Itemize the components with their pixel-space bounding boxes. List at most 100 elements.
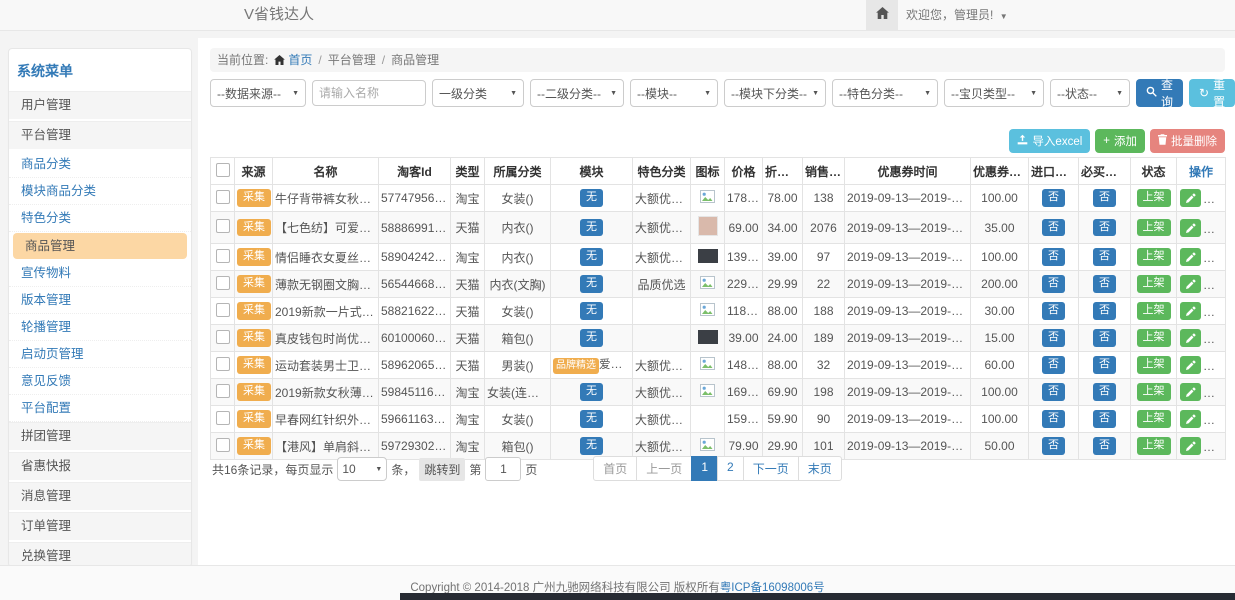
coupon-time-cell: 2019-09-13—2019-09-18 (845, 212, 971, 244)
edit-button[interactable] (1180, 383, 1201, 401)
edit-button[interactable] (1180, 302, 1201, 320)
import-select-toggle[interactable]: 否 (1042, 329, 1065, 346)
status-button[interactable]: 上架 (1137, 437, 1171, 454)
import-select-toggle[interactable]: 否 (1042, 356, 1065, 373)
import-select-toggle[interactable]: 否 (1042, 248, 1065, 265)
must-buy-toggle[interactable]: 否 (1093, 302, 1116, 319)
row-checkbox[interactable] (216, 219, 230, 233)
type-cell: 淘宝 (451, 406, 485, 433)
reset-button[interactable]: ↻ 重置 (1189, 79, 1235, 107)
status-button[interactable]: 上架 (1137, 275, 1171, 292)
search-button[interactable]: 查询 (1136, 79, 1183, 107)
user-menu[interactable]: 欢迎您，管理员! ▼ (906, 0, 1008, 32)
status-button[interactable]: 上架 (1137, 329, 1171, 346)
edit-button[interactable] (1180, 437, 1201, 455)
row-checkbox[interactable] (216, 190, 230, 204)
filter-select-category-level1[interactable]: 一级分类▼ (432, 79, 524, 107)
status-button[interactable]: 上架 (1137, 219, 1171, 236)
coupon-amount-cell: 60.00 (971, 352, 1029, 379)
edit-button[interactable] (1180, 275, 1201, 293)
sidebar-item[interactable]: 模块商品分类 (9, 178, 191, 205)
status-button[interactable]: 上架 (1137, 302, 1171, 319)
row-checkbox[interactable] (216, 276, 230, 290)
discount-price-cell: 29.99 (763, 271, 803, 298)
sidebar-item[interactable]: 宣传物料 (9, 260, 191, 287)
sidebar-item[interactable]: 省惠快报 (9, 452, 191, 480)
import-select-toggle[interactable]: 否 (1042, 302, 1065, 319)
must-buy-toggle[interactable]: 否 (1093, 437, 1116, 454)
column-header: 操作 (1177, 158, 1226, 185)
status-button[interactable]: 上架 (1137, 189, 1171, 206)
import-select-toggle[interactable]: 否 (1042, 275, 1065, 292)
sidebar-item[interactable]: 平台配置 (9, 395, 191, 422)
edit-button[interactable] (1180, 189, 1201, 207)
filter-select-item-type[interactable]: --宝贝类型--▼ (944, 79, 1044, 107)
filter-select-data-source[interactable]: --数据来源--▼ (210, 79, 306, 107)
row-checkbox[interactable] (216, 384, 230, 398)
name-search-input[interactable] (312, 80, 426, 106)
batch-delete-button[interactable]: 批量删除 (1150, 129, 1225, 153)
pager-item-末页[interactable]: 末页 (798, 456, 842, 481)
row-checkbox[interactable] (216, 438, 230, 452)
source-badge: 采集 (237, 302, 271, 319)
status-button[interactable]: 上架 (1137, 410, 1171, 427)
edit-button[interactable] (1180, 248, 1201, 266)
edit-button[interactable] (1180, 410, 1201, 428)
sidebar-item[interactable]: 意见反馈 (9, 368, 191, 395)
must-buy-toggle[interactable]: 否 (1093, 189, 1116, 206)
must-buy-toggle[interactable]: 否 (1093, 219, 1116, 236)
import-select-toggle[interactable]: 否 (1042, 410, 1065, 427)
row-checkbox[interactable] (216, 411, 230, 425)
must-buy-toggle[interactable]: 否 (1093, 248, 1116, 265)
import-select-toggle[interactable]: 否 (1042, 189, 1065, 206)
pager-item-下一页[interactable]: 下一页 (743, 456, 799, 481)
must-buy-toggle[interactable]: 否 (1093, 410, 1116, 427)
pager-item-2[interactable]: 2 (717, 456, 744, 481)
sidebar-item[interactable]: 版本管理 (9, 287, 191, 314)
add-button[interactable]: + 添加 (1095, 129, 1145, 153)
filter-select-status[interactable]: --状态--▼ (1050, 79, 1130, 107)
pager-item-1[interactable]: 1 (691, 456, 718, 481)
sidebar-item[interactable]: 用户管理 (9, 91, 191, 119)
row-checkbox[interactable] (216, 357, 230, 371)
must-buy-toggle[interactable]: 否 (1093, 383, 1116, 400)
source-badge: 采集 (237, 383, 271, 400)
status-button[interactable]: 上架 (1137, 356, 1171, 373)
status-button[interactable]: 上架 (1137, 383, 1171, 400)
product-name-cell: 牛仔背带裤女秋装减龄... (273, 185, 379, 212)
import-select-toggle[interactable]: 否 (1042, 383, 1065, 400)
select-all-checkbox[interactable] (216, 163, 230, 177)
filter-select-module[interactable]: --模块--▼ (630, 79, 718, 107)
row-checkbox[interactable] (216, 303, 230, 317)
sidebar-item[interactable]: 订单管理 (9, 512, 191, 540)
row-checkbox[interactable] (216, 249, 230, 263)
filter-select-category-level2[interactable]: --二级分类--▼ (530, 79, 624, 107)
edit-button[interactable] (1180, 329, 1201, 347)
category-cell: 女装() (485, 185, 551, 212)
edit-button[interactable] (1180, 356, 1201, 374)
edit-button[interactable] (1180, 219, 1201, 237)
column-header: 图标 (691, 158, 725, 185)
import-select-toggle[interactable]: 否 (1042, 437, 1065, 454)
import-select-toggle[interactable]: 否 (1042, 219, 1065, 236)
filter-select-feature-category[interactable]: --特色分类--▼ (832, 79, 938, 107)
status-button[interactable]: 上架 (1137, 248, 1171, 265)
home-button[interactable] (866, 0, 898, 30)
feature-cell: 大额优惠券 (633, 244, 691, 271)
row-checkbox[interactable] (216, 330, 230, 344)
breadcrumb-home-link[interactable]: 首页 (288, 53, 312, 67)
sidebar-item[interactable]: 平台管理 (9, 121, 191, 149)
sidebar-item[interactable]: 轮播管理 (9, 314, 191, 341)
must-buy-toggle[interactable]: 否 (1093, 329, 1116, 346)
sidebar-item[interactable]: 商品管理 (13, 233, 187, 259)
sidebar-item[interactable]: 消息管理 (9, 482, 191, 510)
sidebar-item[interactable]: 拼团管理 (9, 422, 191, 450)
sidebar-item[interactable]: 商品分类 (9, 151, 191, 178)
sidebar-item[interactable]: 兑换管理 (9, 542, 191, 567)
must-buy-toggle[interactable]: 否 (1093, 356, 1116, 373)
filter-select-module-subcategory[interactable]: --模块下分类--▼ (724, 79, 826, 107)
must-buy-toggle[interactable]: 否 (1093, 275, 1116, 292)
sidebar-item[interactable]: 启动页管理 (9, 341, 191, 368)
sidebar-item[interactable]: 特色分类 (9, 205, 191, 232)
import-excel-button[interactable]: 导入excel (1009, 129, 1090, 153)
